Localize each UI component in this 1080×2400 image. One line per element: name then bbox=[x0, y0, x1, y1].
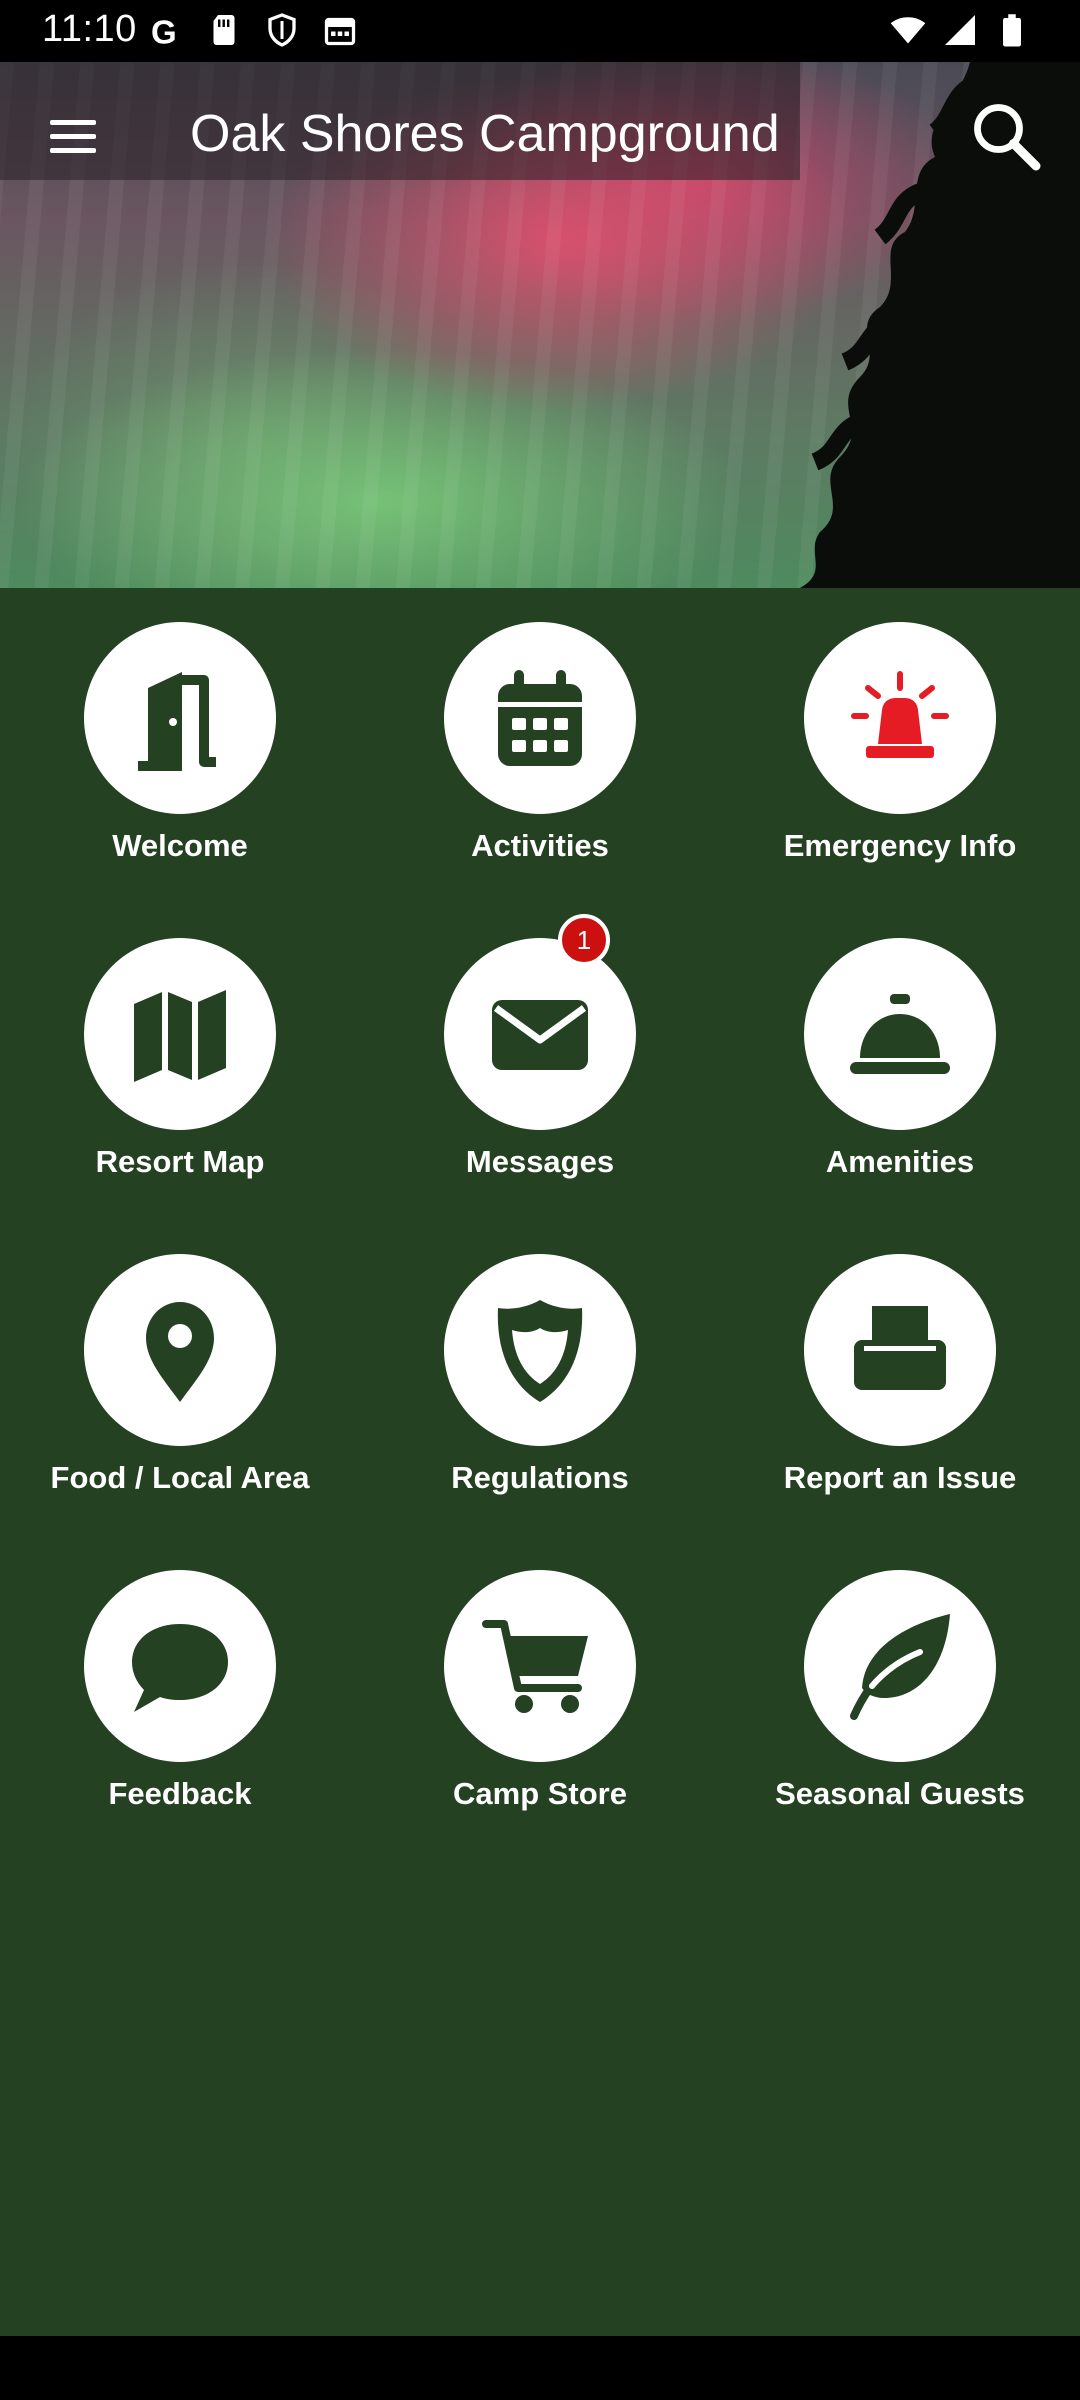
menu-icon bbox=[50, 120, 96, 125]
service-bell-icon bbox=[850, 994, 950, 1074]
tile-label: Feedback bbox=[108, 1776, 252, 1811]
tile-emergency-info[interactable]: Emergency Info bbox=[748, 588, 1048, 868]
tile-feedback[interactable]: Feedback bbox=[28, 1536, 328, 1816]
tile-food-local-area[interactable]: Food / Local Area bbox=[28, 1220, 328, 1500]
signal-icon bbox=[945, 15, 975, 45]
tile-label: Activities bbox=[471, 828, 609, 863]
calendar-icon bbox=[324, 17, 356, 46]
navigation-bar bbox=[0, 2336, 1080, 2400]
menu-button[interactable] bbox=[44, 112, 104, 162]
tile-activities[interactable]: Activities bbox=[388, 588, 688, 868]
tile-seasonal-guests[interactable]: Seasonal Guests bbox=[748, 1536, 1048, 1816]
shopping-cart-icon bbox=[482, 1620, 588, 1713]
sim-card-icon bbox=[213, 15, 235, 45]
door-icon bbox=[138, 672, 216, 771]
shield-icon bbox=[268, 13, 296, 47]
leaf-icon bbox=[850, 1614, 950, 1720]
tile-resort-map[interactable]: Resort Map bbox=[28, 904, 328, 1184]
printer-icon bbox=[854, 1306, 946, 1390]
tile-label: Resort Map bbox=[95, 1144, 265, 1179]
tile-label: Food / Local Area bbox=[50, 1460, 310, 1495]
envelope-icon bbox=[492, 1000, 588, 1070]
main-grid-area: Welcome Activities Emergency Info Resort… bbox=[0, 588, 1080, 2336]
tile-regulations[interactable]: Regulations bbox=[388, 1220, 688, 1500]
tile-label: Camp Store bbox=[453, 1776, 627, 1811]
svg-text:G: G bbox=[151, 14, 177, 49]
search-icon[interactable] bbox=[970, 100, 1042, 172]
battery-icon bbox=[1003, 14, 1021, 47]
page-title: Oak Shores Campground bbox=[190, 105, 780, 163]
tile-label: Emergency Info bbox=[783, 828, 1017, 863]
tile-amenities[interactable]: Amenities bbox=[748, 904, 1048, 1184]
wifi-icon bbox=[890, 17, 926, 44]
google-icon: G bbox=[151, 14, 177, 49]
tile-messages[interactable]: 1 Messages bbox=[388, 904, 688, 1184]
shield-icon bbox=[497, 1300, 583, 1402]
unread-badge: 1 bbox=[558, 914, 610, 966]
tile-camp-store[interactable]: Camp Store bbox=[388, 1536, 688, 1816]
tile-label: Amenities bbox=[825, 1144, 975, 1179]
tile-label: Messages bbox=[465, 1144, 615, 1179]
siren-icon bbox=[851, 671, 949, 758]
calendar-icon bbox=[498, 670, 582, 766]
map-pin-icon bbox=[146, 1302, 214, 1402]
tile-label: Seasonal Guests bbox=[775, 1776, 1025, 1811]
tile-label: Report an Issue bbox=[783, 1460, 1017, 1495]
tile-welcome[interactable]: Welcome bbox=[28, 588, 328, 868]
status-bar: 11:10 G bbox=[0, 0, 1080, 62]
tile-label: Regulations bbox=[451, 1460, 629, 1495]
speech-bubble-icon bbox=[132, 1624, 228, 1712]
status-time: 11:10 bbox=[42, 8, 137, 50]
tile-label: Welcome bbox=[112, 828, 248, 863]
tile-report-an-issue[interactable]: Report an Issue bbox=[748, 1220, 1048, 1500]
map-icon bbox=[134, 990, 226, 1082]
